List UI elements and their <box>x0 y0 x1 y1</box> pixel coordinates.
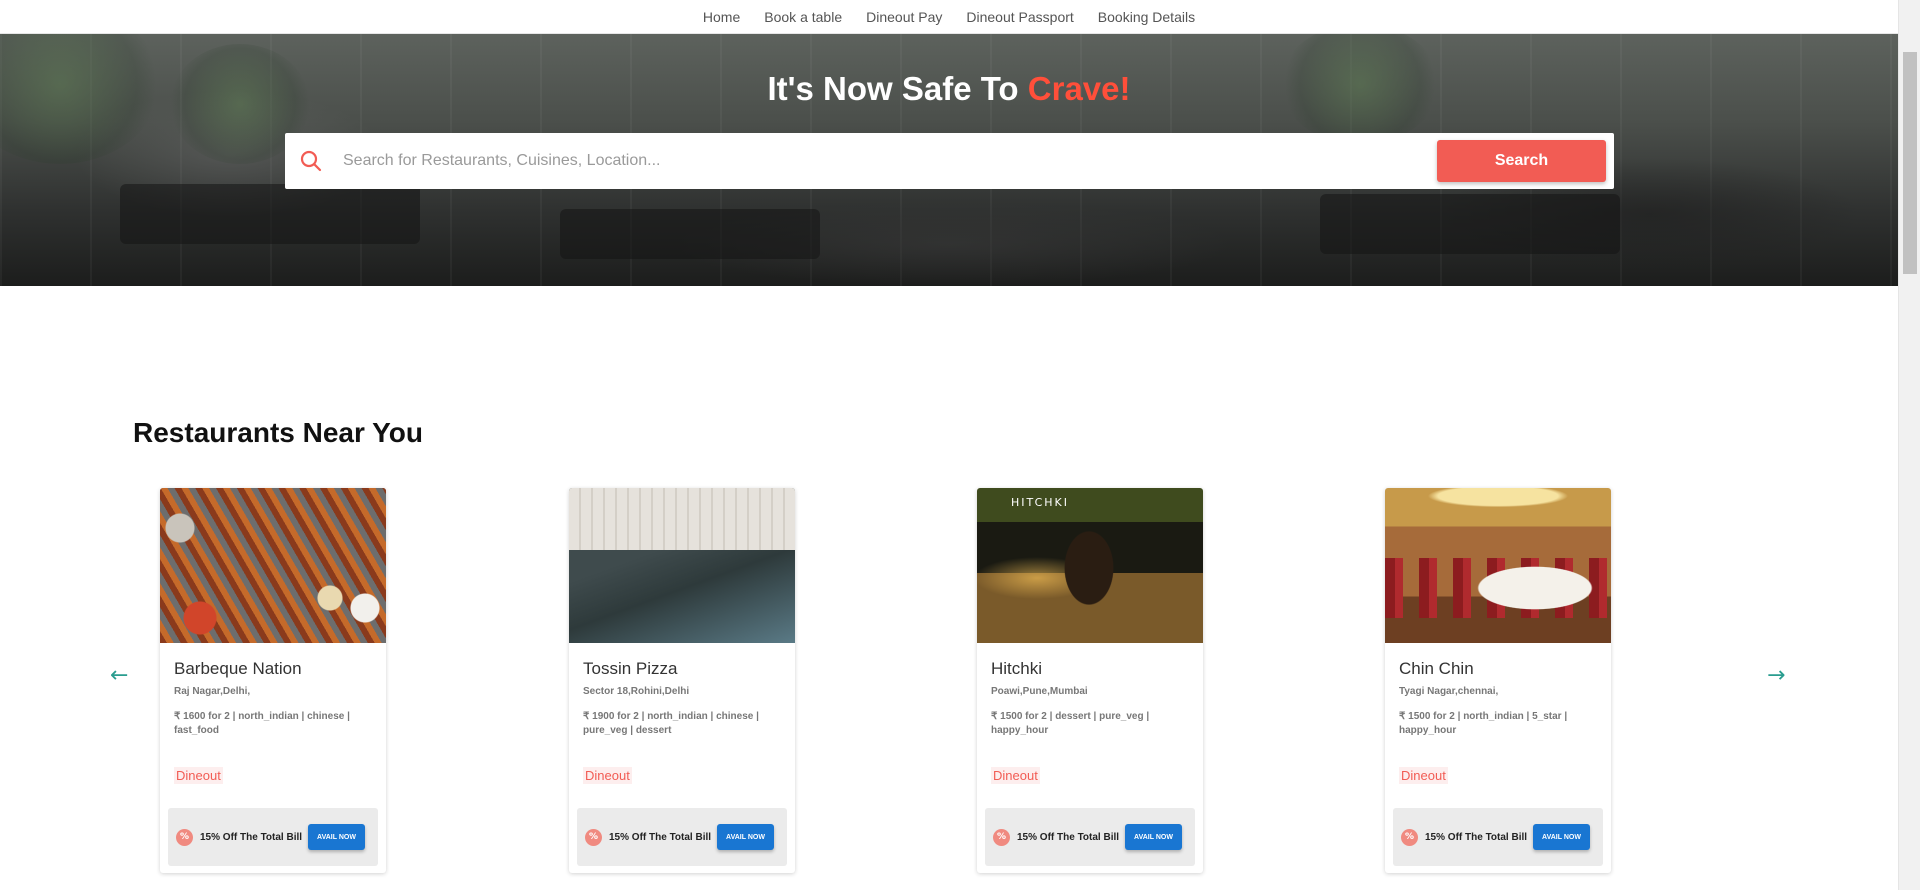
discount-icon: % <box>176 828 193 846</box>
restaurant-location: Raj Nagar,Delhi, <box>174 686 251 697</box>
restaurant-meta: ₹ 1500 for 2 | dessert | pure_veg | happ… <box>991 711 1150 736</box>
search-input[interactable] <box>337 141 1437 181</box>
decor-table <box>1320 194 1620 254</box>
dineout-tag: Dineout <box>1399 767 1448 784</box>
avail-now-button[interactable]: AVAIL NOW <box>1125 824 1182 850</box>
nav-booking-details[interactable]: Booking Details <box>1086 9 1207 25</box>
restaurant-location: Poawi,Pune,Mumbai <box>991 686 1088 697</box>
restaurant-image[interactable] <box>160 488 386 643</box>
offer-box: % 15% Off The Total Bill AVAIL NOW <box>577 808 787 866</box>
top-nav: Home Book a table Dineout Pay Dineout Pa… <box>0 0 1898 34</box>
restaurant-location: Sector 18,Rohini,Delhi <box>583 686 690 697</box>
hero-title: It's Now Safe To Crave! <box>0 70 1898 108</box>
avail-now-button[interactable]: AVAIL NOW <box>717 824 774 850</box>
avail-now-button[interactable]: AVAIL NOW <box>308 824 365 850</box>
restaurant-card[interactable]: Barbeque Nation Raj Nagar,Delhi, ₹ 1600 … <box>160 488 386 873</box>
restaurant-name[interactable]: Hitchki <box>991 659 1042 679</box>
restaurant-card[interactable]: Tossin Pizza Sector 18,Rohini,Delhi ₹ 19… <box>569 488 795 873</box>
restaurant-image[interactable] <box>569 488 795 643</box>
scrollbar-thumb[interactable] <box>1903 52 1917 274</box>
arrow-left-icon[interactable]: ← <box>110 663 128 688</box>
avail-now-button[interactable]: AVAIL NOW <box>1533 824 1590 850</box>
decor-table <box>120 184 420 244</box>
dineout-tag: Dineout <box>991 767 1040 784</box>
restaurant-name[interactable]: Barbeque Nation <box>174 659 302 679</box>
restaurant-image[interactable]: HITCHKI <box>977 488 1203 643</box>
arrow-right-icon[interactable]: → <box>1767 663 1785 688</box>
restaurant-name[interactable]: Tossin Pizza <box>583 659 677 679</box>
hero-title-accent: Crave! <box>1027 70 1131 107</box>
restaurant-meta: ₹ 1500 for 2 | north_indian | 5_star | h… <box>1399 711 1568 736</box>
search-icon <box>285 133 337 189</box>
restaurant-location: Tyagi Nagar,chennai, <box>1399 686 1499 697</box>
offer-box: % 15% Off The Total Bill AVAIL NOW <box>1393 808 1603 866</box>
offer-box: % 15% Off The Total Bill AVAIL NOW <box>985 808 1195 866</box>
dineout-tag: Dineout <box>583 767 632 784</box>
restaurant-card[interactable]: Chin Chin Tyagi Nagar,chennai, ₹ 1500 fo… <box>1385 488 1611 873</box>
nav-dineout-passport[interactable]: Dineout Passport <box>954 9 1085 25</box>
offer-text: 15% Off The Total Bill <box>200 831 303 843</box>
nav-book-a-table[interactable]: Book a table <box>752 9 854 25</box>
restaurant-name[interactable]: Chin Chin <box>1399 659 1474 679</box>
decor-table <box>560 209 820 259</box>
hero-title-prefix: It's Now Safe To <box>767 70 1028 107</box>
restaurant-card[interactable]: HITCHKI Hitchki Poawi,Pune,Mumbai ₹ 1500… <box>977 488 1203 873</box>
discount-icon: % <box>1401 828 1418 846</box>
offer-text: 15% Off The Total Bill <box>1017 831 1120 843</box>
offer-box: % 15% Off The Total Bill AVAIL NOW <box>168 808 378 866</box>
restaurant-image[interactable] <box>1385 488 1611 643</box>
search-bar: Search <box>285 133 1614 189</box>
nav-dineout-pay[interactable]: Dineout Pay <box>854 9 954 25</box>
restaurant-meta: ₹ 1600 for 2 | north_indian | chinese | … <box>174 711 350 736</box>
discount-icon: % <box>585 828 602 846</box>
discount-icon: % <box>993 828 1010 846</box>
nav-home[interactable]: Home <box>691 9 752 25</box>
hitchki-sign: HITCHKI <box>1011 496 1069 509</box>
offer-text: 15% Off The Total Bill <box>609 831 712 843</box>
dineout-tag: Dineout <box>174 767 223 784</box>
offer-text: 15% Off The Total Bill <box>1425 831 1528 843</box>
restaurant-meta: ₹ 1900 for 2 | north_indian | chinese | … <box>583 711 759 736</box>
section-title: Restaurants Near You <box>133 417 423 448</box>
search-button[interactable]: Search <box>1437 140 1606 182</box>
page-scrollbar[interactable] <box>1898 0 1920 890</box>
